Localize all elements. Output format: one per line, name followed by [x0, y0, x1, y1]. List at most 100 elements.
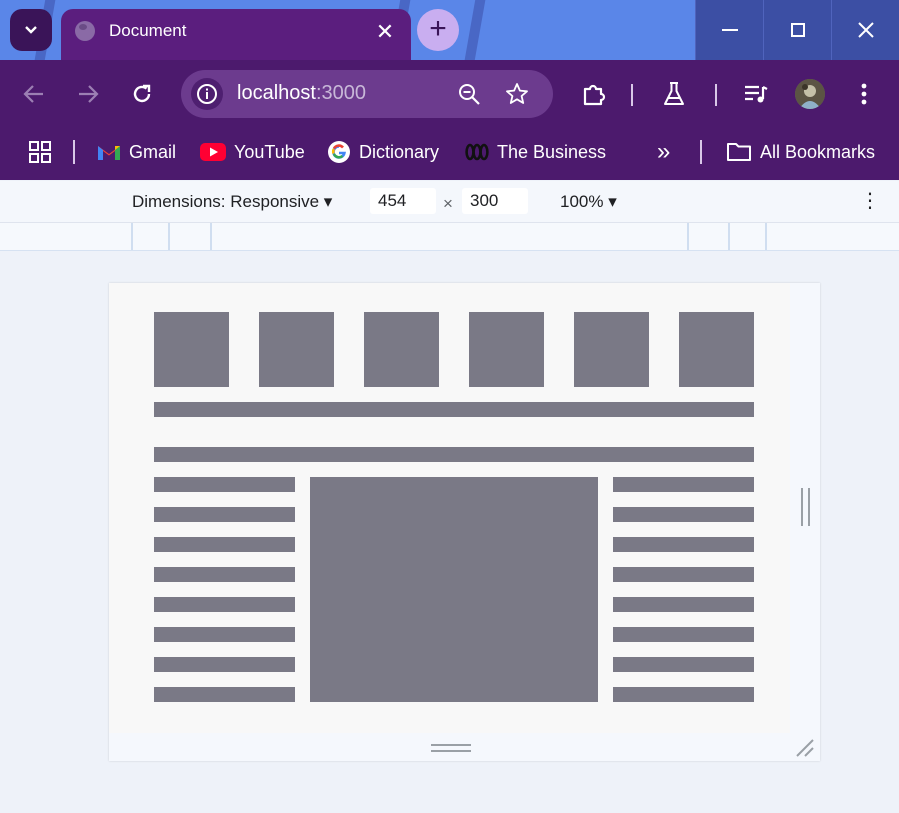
resize-handle-bottom[interactable] [431, 744, 471, 752]
address-bar[interactable]: localhost:3000 [181, 70, 553, 118]
avatar-image [795, 79, 825, 109]
zoom-button[interactable] [455, 80, 483, 108]
bookmarks-overflow-button[interactable]: » [657, 138, 670, 165]
star-icon [506, 83, 528, 104]
info-icon [197, 84, 217, 104]
resize-corner-icon [796, 739, 814, 757]
menu-button[interactable] [850, 80, 878, 108]
bookmark-gmail[interactable]: Gmail [97, 139, 176, 165]
maximize-button[interactable] [763, 0, 831, 60]
left-column-line [154, 477, 295, 492]
right-column-line [613, 537, 754, 552]
media-controls-button[interactable] [742, 80, 770, 108]
media-query-marker[interactable] [765, 223, 767, 250]
times-symbol: × [443, 194, 453, 213]
right-column-line [613, 477, 754, 492]
all-bookmarks-label: All Bookmarks [760, 141, 876, 162]
right-column-line [613, 567, 754, 582]
chevron-down-icon [25, 26, 37, 34]
toolbar-separator [631, 84, 633, 106]
bookmarks-bar: Gmail YouTube Dictionary The Business » … [0, 127, 899, 180]
tab-search-button[interactable] [10, 9, 52, 51]
right-column-line [613, 657, 754, 672]
bookmark-label: Dictionary [359, 141, 440, 162]
youtube-icon [200, 143, 226, 161]
url-host: localhost [237, 82, 316, 104]
dimensions-dropdown[interactable]: Dimensions: Responsive ▾ [132, 192, 332, 212]
url-port: :3000 [315, 82, 366, 104]
title-bar: Document ✕ + [0, 0, 899, 60]
minimize-button[interactable] [695, 0, 763, 60]
forward-button[interactable] [74, 80, 102, 108]
width-input[interactable] [370, 188, 436, 214]
site-info-icon[interactable] [191, 78, 223, 110]
browser-toolbar: localhost:3000 [0, 60, 899, 127]
abc-icon [465, 143, 489, 161]
toolbar-separator [715, 84, 717, 106]
all-bookmarks-button[interactable]: All Bookmarks [726, 139, 875, 165]
device-more-options-icon[interactable]: ⋮ [860, 191, 880, 211]
extensions-button[interactable] [580, 80, 608, 108]
media-query-marker[interactable] [131, 223, 133, 250]
media-query-bar [0, 223, 899, 251]
minimize-icon [721, 29, 738, 31]
bookmark-label: The Business [497, 141, 607, 162]
left-column-line [154, 657, 295, 672]
window-controls [695, 0, 899, 60]
height-input[interactable] [462, 188, 528, 214]
puzzle-icon [583, 84, 606, 106]
new-tab-button[interactable]: + [417, 9, 459, 51]
close-tab-icon[interactable]: ✕ [371, 18, 399, 46]
wallpaper-decoration [461, 0, 489, 60]
reload-button[interactable] [128, 80, 156, 108]
resize-handle-corner[interactable] [795, 738, 817, 758]
bookmark-youtube[interactable]: YouTube [200, 139, 305, 165]
grid-square-4 [469, 312, 544, 387]
full-width-bar [154, 402, 754, 417]
device-toolbar: Dimensions: Responsive ▾ × 100% ▾ ⋮ [0, 181, 899, 223]
full-width-bar [154, 447, 754, 462]
url-text: localhost:3000 [237, 82, 366, 105]
apps-button[interactable] [28, 139, 52, 165]
bookmark-dictionary[interactable]: Dictionary [327, 139, 439, 165]
google-icon [328, 141, 350, 163]
grid-square-5 [574, 312, 649, 387]
forward-arrow-icon [79, 85, 99, 103]
media-queue-icon [745, 85, 768, 103]
resize-handle-right[interactable] [801, 488, 810, 526]
globe-icon [75, 21, 95, 41]
media-query-marker[interactable] [210, 223, 212, 250]
back-button[interactable] [20, 80, 48, 108]
bookmark-the-business[interactable]: The Business [465, 139, 606, 165]
more-vert-icon [861, 83, 867, 105]
apps-grid-icon [29, 141, 51, 163]
back-arrow-icon [23, 85, 43, 103]
right-column-line [613, 597, 754, 612]
flask-icon [664, 82, 684, 105]
gmail-icon [98, 146, 120, 160]
bookmark-label: YouTube [234, 141, 305, 162]
profile-avatar[interactable] [795, 79, 825, 109]
left-column-line [154, 537, 295, 552]
reload-icon [133, 84, 151, 103]
maximize-icon [790, 23, 805, 37]
media-query-marker[interactable] [728, 223, 730, 250]
tab-document[interactable]: Document ✕ [61, 9, 411, 60]
left-column-line [154, 627, 295, 642]
left-column-line [154, 507, 295, 522]
right-column-line [613, 507, 754, 522]
folder-icon [727, 143, 751, 161]
tab-title: Document [109, 21, 187, 40]
left-column-line [154, 687, 295, 702]
bookmark-star-button[interactable] [503, 80, 531, 108]
labs-button[interactable] [660, 80, 688, 108]
close-icon [857, 22, 874, 38]
bookmarks-separator [73, 140, 75, 164]
right-column-line [613, 627, 754, 642]
right-column-line [613, 687, 754, 702]
grid-square-2 [259, 312, 334, 387]
close-window-button[interactable] [831, 0, 899, 60]
zoom-dropdown[interactable]: 100% ▾ [560, 192, 617, 212]
media-query-marker[interactable] [687, 223, 689, 250]
media-query-marker[interactable] [168, 223, 170, 250]
